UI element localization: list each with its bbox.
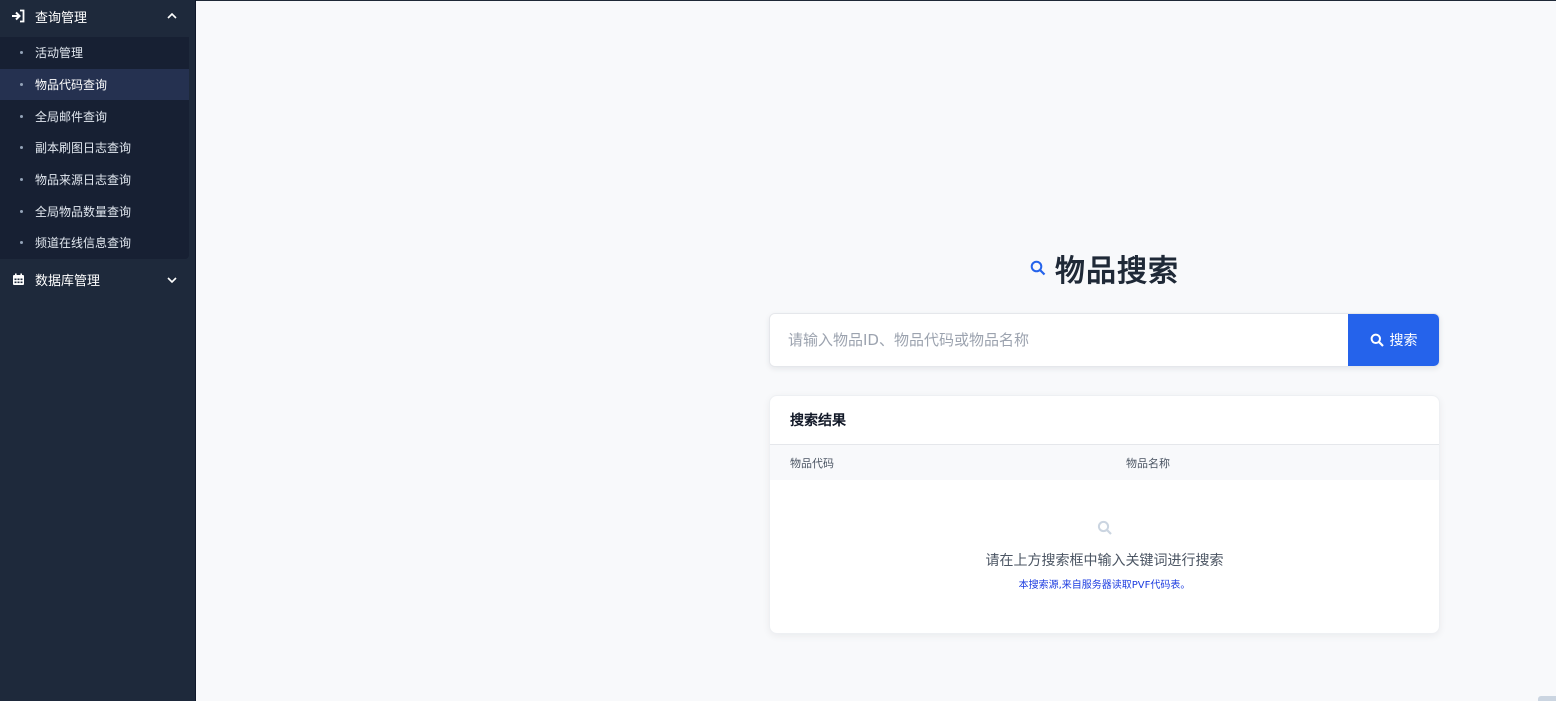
sidebar-item-label: 全局物品数量查询 xyxy=(35,204,132,219)
search-icon xyxy=(1030,260,1046,276)
bullet-icon xyxy=(20,209,23,213)
search-icon xyxy=(1097,520,1113,536)
search-input[interactable] xyxy=(770,314,1348,366)
sidebar-item-label: 副本刷图日志查询 xyxy=(35,141,132,156)
sidebar-group-database-management[interactable]: 数据库管理 xyxy=(0,264,195,296)
sidebar: 查询管理 活动管理 物品代码查询 全局邮件查询 副本刷图日志查询 物品来源日志查… xyxy=(0,0,196,701)
sidebar-group-label: 查询管理 xyxy=(35,10,88,26)
search-button-label: 搜索 xyxy=(1389,333,1418,349)
bullet-icon xyxy=(20,114,23,118)
empty-message: 请在上方搜索框中输入关键词进行搜索 xyxy=(985,553,1224,569)
sidebar-item-global-item-count-query[interactable]: 全局物品数量查询 xyxy=(0,195,189,227)
search-bar: 搜索 xyxy=(769,313,1440,367)
data-source-note: 本搜索源,来自服务器读取PVF代码表。 xyxy=(1018,580,1191,591)
column-header-item-code: 物品代码 xyxy=(790,456,834,470)
bullet-icon xyxy=(20,83,23,87)
search-icon xyxy=(1370,333,1384,347)
sidebar-submenu: 活动管理 物品代码查询 全局邮件查询 副本刷图日志查询 物品来源日志查询 全局物… xyxy=(0,37,189,259)
app-window: 查询管理 活动管理 物品代码查询 全局邮件查询 副本刷图日志查询 物品来源日志查… xyxy=(0,0,1556,701)
page-title-text: 物品搜索 xyxy=(1055,254,1179,289)
sidebar-item-label: 频道在线信息查询 xyxy=(35,236,132,251)
results-card: 搜索结果 物品代码 物品名称 请在上方搜索框中输入关键词进行搜索 本搜索源,来自… xyxy=(769,395,1440,634)
empty-state: 请在上方搜索框中输入关键词进行搜索 本搜索源,来自服务器读取PVF代码表。 xyxy=(770,480,1439,591)
bullet-icon xyxy=(20,146,23,150)
sidebar-group-label: 数据库管理 xyxy=(35,274,101,290)
sidebar-item-label: 全局邮件查询 xyxy=(35,109,108,124)
column-header-item-name: 物品名称 xyxy=(1126,456,1170,470)
sidebar-group-query-management[interactable]: 查询管理 xyxy=(0,0,195,32)
sidebar-item-dungeon-log-query[interactable]: 副本刷图日志查询 xyxy=(0,132,189,164)
sidebar-item-label: 物品来源日志查询 xyxy=(35,173,132,188)
bullet-icon xyxy=(20,241,23,245)
chevron-up-icon xyxy=(165,9,179,23)
results-table-header: 物品代码 物品名称 xyxy=(770,445,1439,480)
calendar-icon xyxy=(10,272,26,288)
sidebar-item-global-mail-query[interactable]: 全局邮件查询 xyxy=(0,100,189,132)
search-button[interactable]: 搜索 xyxy=(1348,314,1439,366)
results-title: 搜索结果 xyxy=(770,396,1439,445)
sign-in-icon xyxy=(10,8,26,24)
sidebar-item-activity-management[interactable]: 活动管理 xyxy=(0,37,189,69)
sidebar-item-item-code-query[interactable]: 物品代码查询 xyxy=(0,68,189,101)
sidebar-item-channel-online-query[interactable]: 频道在线信息查询 xyxy=(0,227,189,259)
chevron-down-icon xyxy=(165,273,179,287)
bullet-icon xyxy=(20,178,23,182)
resize-handle[interactable] xyxy=(1538,696,1556,701)
sidebar-item-label: 物品代码查询 xyxy=(35,78,108,93)
bullet-icon xyxy=(20,51,23,55)
page-title: 物品搜索 xyxy=(1030,248,1179,289)
sidebar-item-label: 活动管理 xyxy=(35,46,84,61)
sidebar-item-item-source-log-query[interactable]: 物品来源日志查询 xyxy=(0,164,189,196)
